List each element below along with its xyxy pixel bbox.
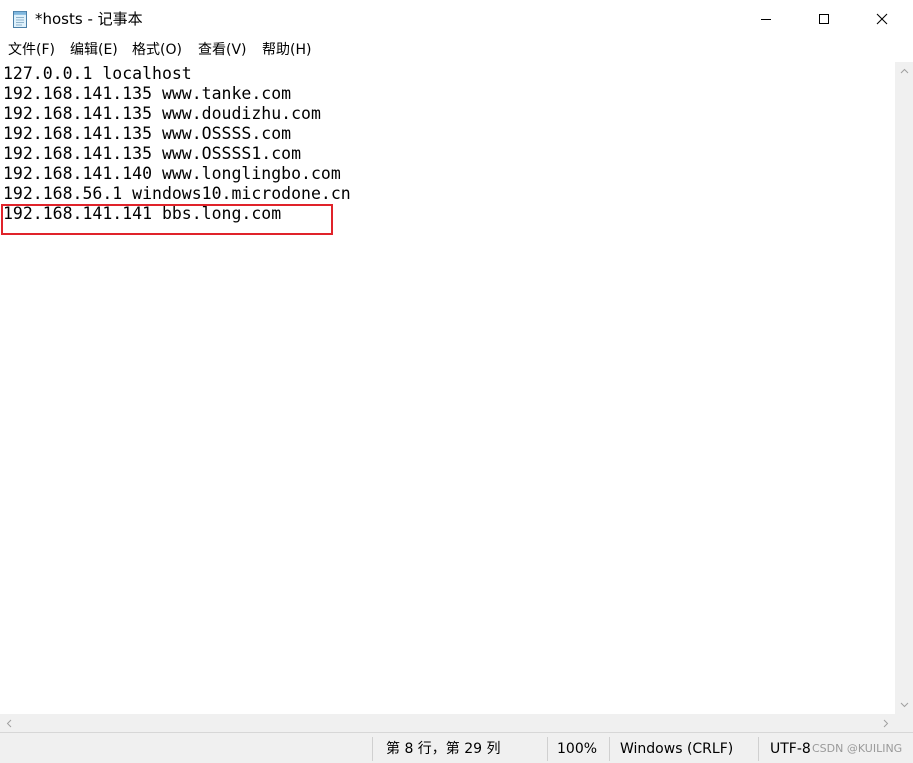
scroll-corner xyxy=(895,714,913,732)
maximize-icon xyxy=(819,14,829,24)
menu-format[interactable]: 格式(O) xyxy=(132,41,182,59)
text-line: 192.168.141.135 www.doudizhu.com xyxy=(3,104,321,123)
line-ending: Windows (CRLF) xyxy=(620,741,734,757)
chevron-right-icon xyxy=(883,719,889,727)
zoom-level: 100% xyxy=(557,741,598,757)
chevron-down-icon xyxy=(900,702,908,708)
text-line: 192.168.141.135 www.tanke.com xyxy=(3,84,292,103)
highlight-box xyxy=(1,204,333,235)
menu-bar: 文件(F) 编辑(E) 格式(O) 查看(V) 帮助(H) xyxy=(0,38,913,62)
text-line: 192.168.141.135 www.OSSSS.com xyxy=(3,124,292,143)
vertical-scrollbar[interactable] xyxy=(895,62,913,714)
scroll-up-button[interactable] xyxy=(895,62,913,80)
minimize-button[interactable] xyxy=(737,0,795,38)
minimize-icon xyxy=(761,19,771,20)
window-title: *hosts - 记事本 xyxy=(35,10,143,28)
status-bar: 第 8 行，第 29 列 100% Windows (CRLF) UTF-8 C… xyxy=(0,732,913,763)
scroll-right-button[interactable] xyxy=(877,714,895,732)
cursor-position: 第 8 行，第 29 列 xyxy=(386,741,501,757)
close-button[interactable] xyxy=(853,0,911,38)
menu-view[interactable]: 查看(V) xyxy=(198,41,247,59)
status-divider xyxy=(758,737,759,761)
title-bar: *hosts - 记事本 xyxy=(0,0,913,38)
menu-edit[interactable]: 编辑(E) xyxy=(70,41,118,59)
scroll-down-button[interactable] xyxy=(895,696,913,714)
maximize-button[interactable] xyxy=(795,0,853,38)
encoding: UTF-8 xyxy=(770,741,811,757)
text-line: 127.0.0.1 localhost xyxy=(3,64,192,83)
status-divider xyxy=(372,737,373,761)
close-icon xyxy=(876,13,888,25)
text-editor[interactable]: 127.0.0.1 localhost 192.168.141.135 www.… xyxy=(0,62,895,714)
notepad-window: *hosts - 记事本 文件(F) 编辑(E) 格式(O) 查看(V) 帮助(… xyxy=(0,0,913,763)
watermark: CSDN @KUILING xyxy=(812,742,903,755)
status-divider xyxy=(547,737,548,761)
status-divider xyxy=(609,737,610,761)
chevron-left-icon xyxy=(6,719,12,727)
horizontal-scrollbar[interactable] xyxy=(0,714,895,732)
menu-file[interactable]: 文件(F) xyxy=(8,41,55,59)
text-line: 192.168.56.1 windows10.microdone.cn xyxy=(3,184,351,203)
chevron-up-icon xyxy=(900,68,908,74)
menu-help[interactable]: 帮助(H) xyxy=(262,41,311,59)
text-line: 192.168.141.140 www.longlingbo.com xyxy=(3,164,341,183)
notepad-icon xyxy=(13,11,27,28)
scroll-left-button[interactable] xyxy=(0,714,18,732)
text-line: 192.168.141.135 www.OSSSS1.com xyxy=(3,144,302,163)
